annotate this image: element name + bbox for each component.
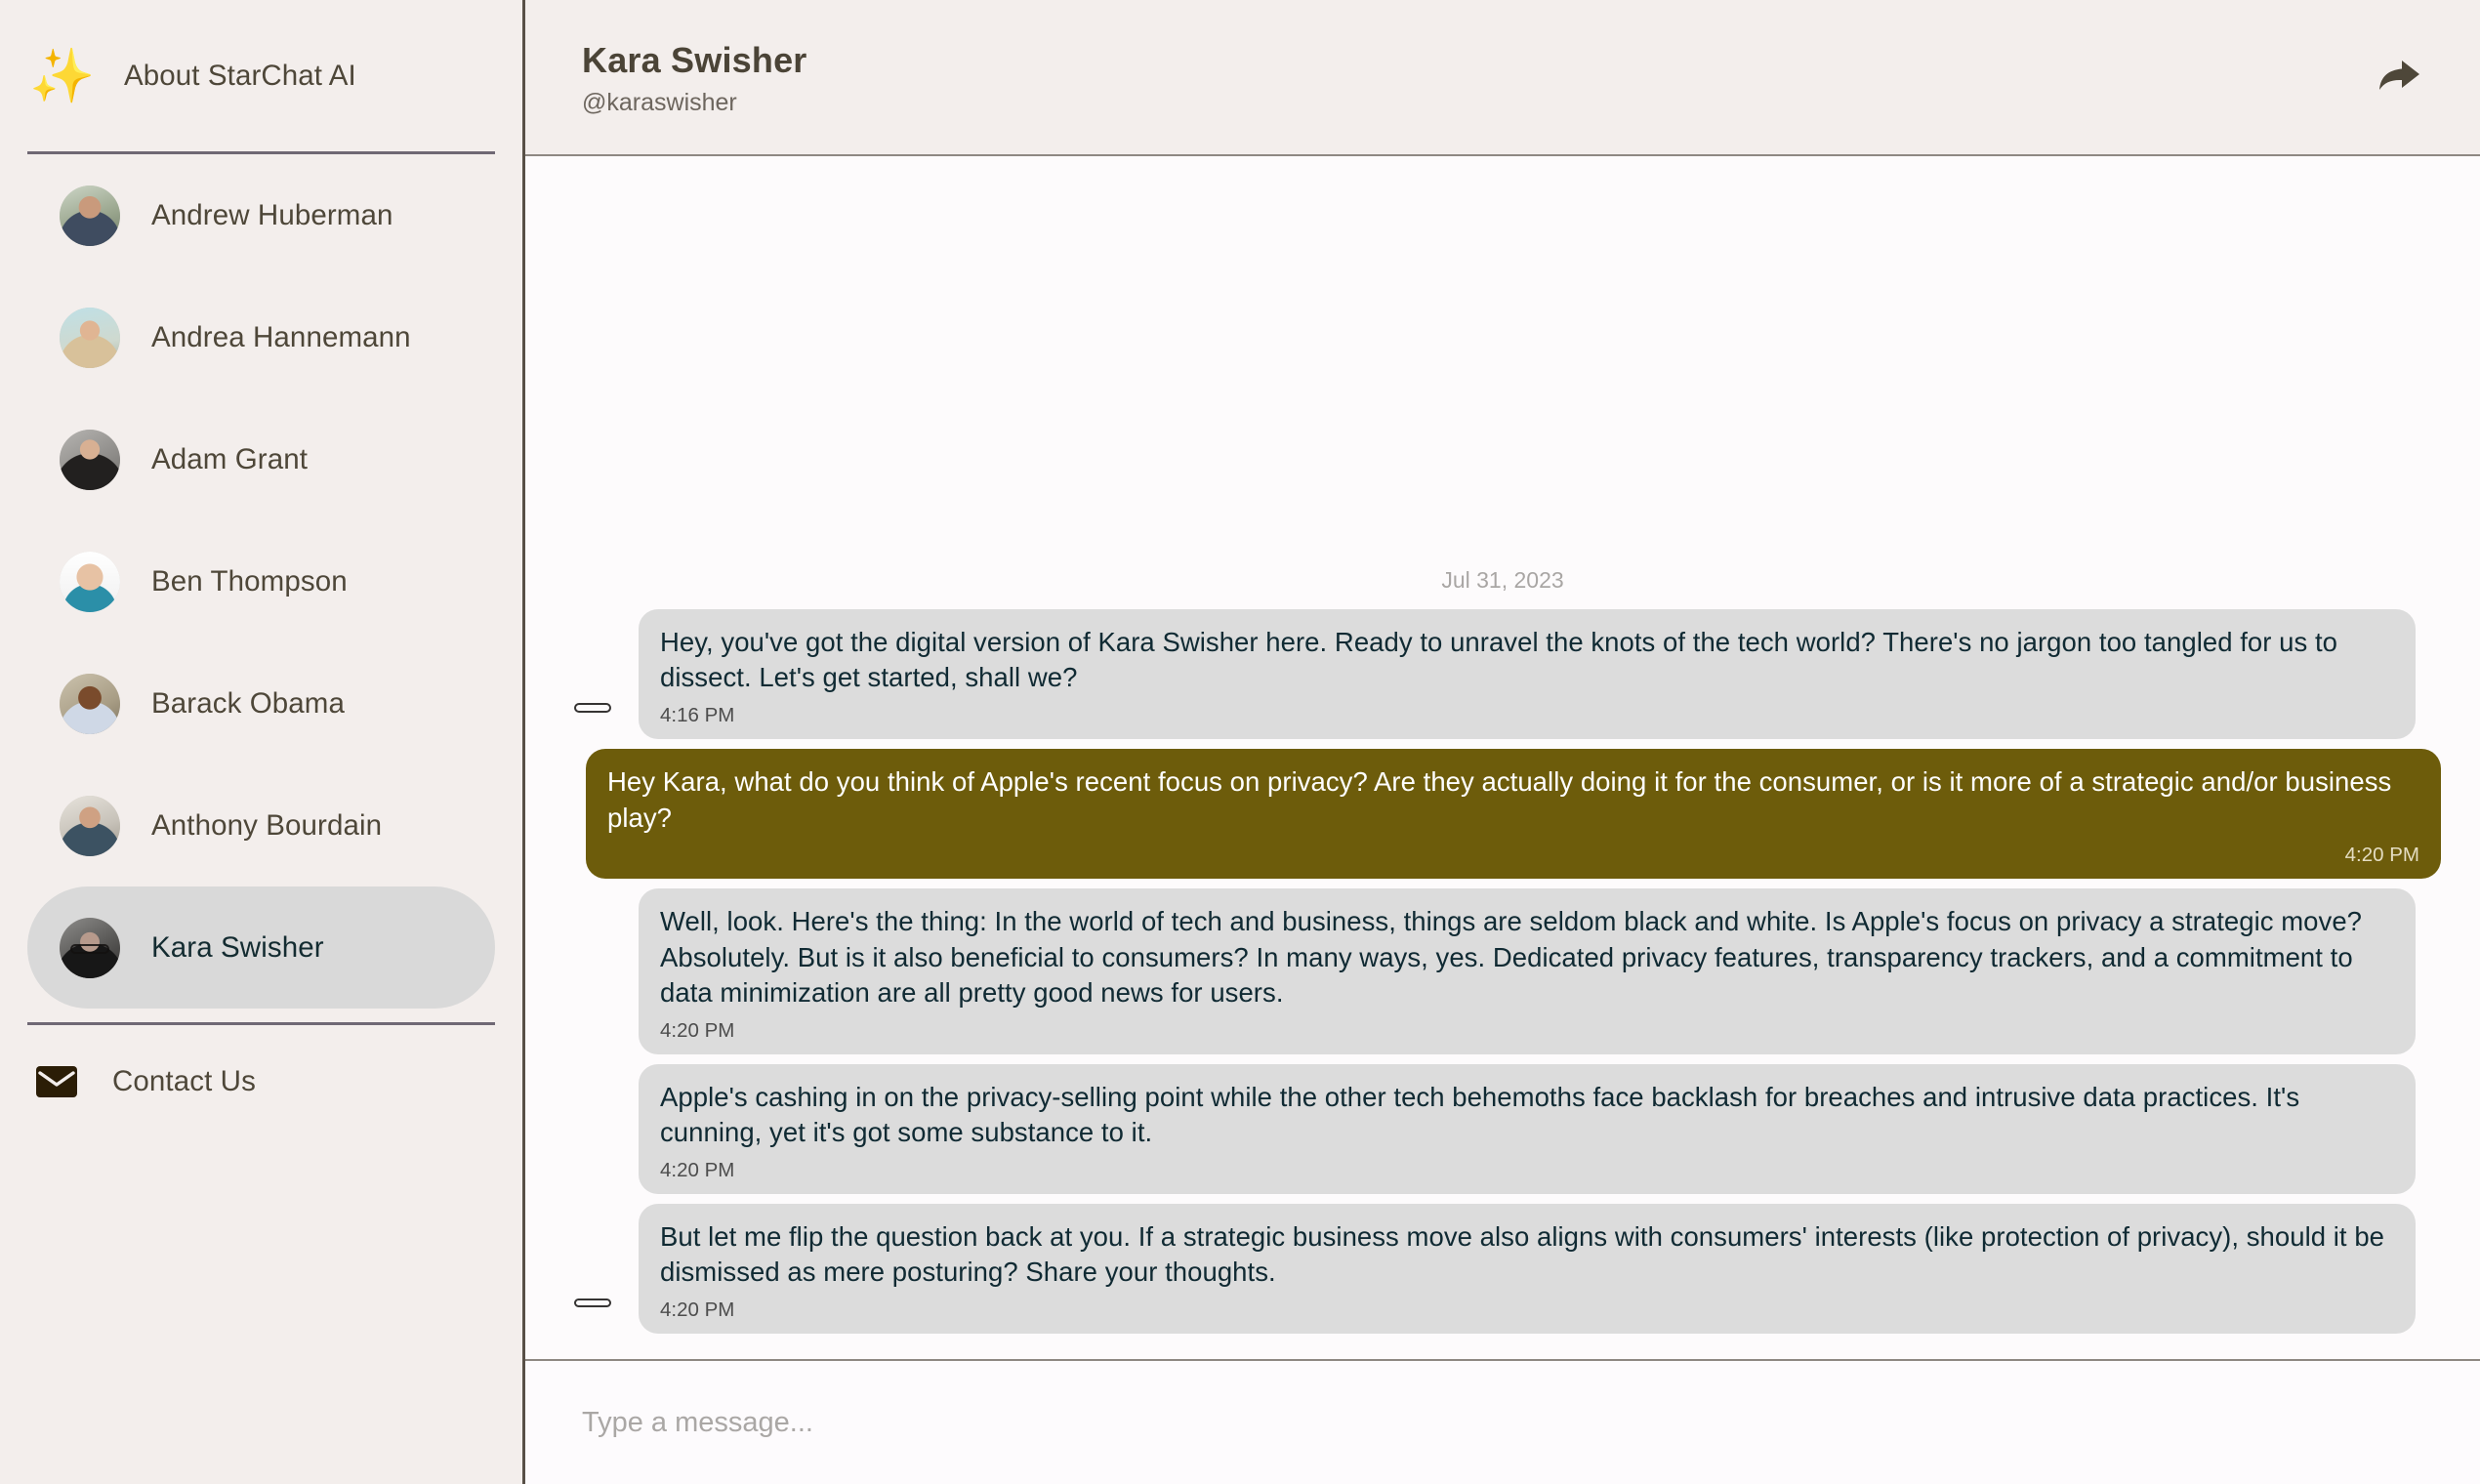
chat-header: Kara Swisher @karaswisher <box>525 0 2480 156</box>
message-bubble[interactable]: Hey, you've got the digital version of K… <box>639 608 2416 739</box>
message-bubble[interactable]: Hey Kara, what do you think of Apple's r… <box>586 748 2441 880</box>
message-row: Well, look. Here's the thing: In the wor… <box>564 888 2441 1054</box>
message-text: Hey, you've got the digital version of K… <box>660 626 2338 693</box>
message-row: Hey Kara, what do you think of Apple's r… <box>564 748 2441 880</box>
avatar <box>564 1273 621 1330</box>
sidebar-people-list: Andrew Huberman Andrea Hannemann Adam Gr… <box>0 154 522 1009</box>
message-timestamp: 4:20 PM <box>660 1298 735 1321</box>
sparkles-icon: ✨ <box>29 46 96 105</box>
sidebar-item-label: Anthony Bourdain <box>151 808 383 842</box>
header-titles: Kara Swisher @karaswisher <box>582 38 2365 117</box>
avatar <box>60 185 120 246</box>
app-root: ✨ About StarChat AI Andrew Huberman Andr… <box>0 0 2480 1484</box>
sidebar-item-label-about: About StarChat AI <box>124 59 356 92</box>
chat-pane: Kara Swisher @karaswisher Jul 31, 2023 H… <box>525 0 2480 1484</box>
page-title: Kara Swisher <box>582 39 807 80</box>
message-text: Hey Kara, what do you think of Apple's r… <box>607 765 2392 833</box>
share-button[interactable] <box>2365 43 2433 111</box>
message-row: Apple's cashing in on the privacy-sellin… <box>564 1063 2441 1194</box>
avatar <box>60 307 120 368</box>
message-row: But let me flip the question back at you… <box>564 1203 2441 1334</box>
message-row: Hey, you've got the digital version of K… <box>564 608 2441 739</box>
date-separator: Jul 31, 2023 <box>1441 566 1564 593</box>
sidebar-item-label: Barack Obama <box>151 686 345 720</box>
avatar <box>60 795 120 856</box>
avatar <box>60 917 120 978</box>
message-composer <box>525 1359 2480 1484</box>
message-text: Apple's cashing in on the privacy-sellin… <box>660 1081 2300 1148</box>
message-bubble[interactable]: Apple's cashing in on the privacy-sellin… <box>639 1063 2416 1194</box>
avatar <box>60 673 120 734</box>
sidebar-item-barack-obama[interactable]: Barack Obama <box>27 642 495 764</box>
sidebar-item-anthony-bourdain[interactable]: Anthony Bourdain <box>27 764 495 886</box>
message-timestamp: 4:20 PM <box>660 1158 735 1181</box>
sidebar-item-label: Andrea Hannemann <box>151 320 411 353</box>
envelope-icon <box>32 1057 81 1106</box>
message-timestamp: 4:20 PM <box>2344 844 2419 867</box>
message-text: But let me flip the question back at you… <box>660 1220 2385 1288</box>
sidebar-item-label-contact: Contact Us <box>112 1064 256 1097</box>
avatar <box>564 679 621 735</box>
avatar <box>60 429 120 490</box>
message-text: Well, look. Here's the thing: In the wor… <box>660 906 2363 1009</box>
header-handle: @karaswisher <box>582 88 737 116</box>
sidebar-item-contact-us[interactable]: Contact Us <box>0 1025 522 1137</box>
message-timestamp: 4:16 PM <box>660 703 735 726</box>
sidebar-item-ben-thompson[interactable]: Ben Thompson <box>27 520 495 642</box>
sidebar-item-label: Kara Swisher <box>151 930 324 964</box>
share-arrow-icon <box>2377 58 2420 98</box>
sidebar-item-adam-grant[interactable]: Adam Grant <box>27 398 495 520</box>
message-bubble[interactable]: Well, look. Here's the thing: In the wor… <box>639 888 2416 1054</box>
sidebar-item-label: Andrew Huberman <box>151 198 393 231</box>
message-timestamp: 4:20 PM <box>660 1018 735 1042</box>
sidebar-item-label: Adam Grant <box>151 442 309 475</box>
sidebar-item-andrew-huberman[interactable]: Andrew Huberman <box>27 154 495 276</box>
sidebar-item-about[interactable]: ✨ About StarChat AI <box>0 0 522 151</box>
sidebar: ✨ About StarChat AI Andrew Huberman Andr… <box>0 0 525 1484</box>
message-bubble[interactable]: But let me flip the question back at you… <box>639 1203 2416 1334</box>
sidebar-item-label: Ben Thompson <box>151 564 348 598</box>
message-list: Jul 31, 2023 Hey, you've got the digital… <box>525 156 2480 1359</box>
avatar <box>60 551 120 612</box>
sidebar-item-kara-swisher[interactable]: Kara Swisher <box>27 886 495 1009</box>
sidebar-item-andrea-hannemann[interactable]: Andrea Hannemann <box>27 276 495 398</box>
message-input[interactable] <box>582 1406 2423 1439</box>
